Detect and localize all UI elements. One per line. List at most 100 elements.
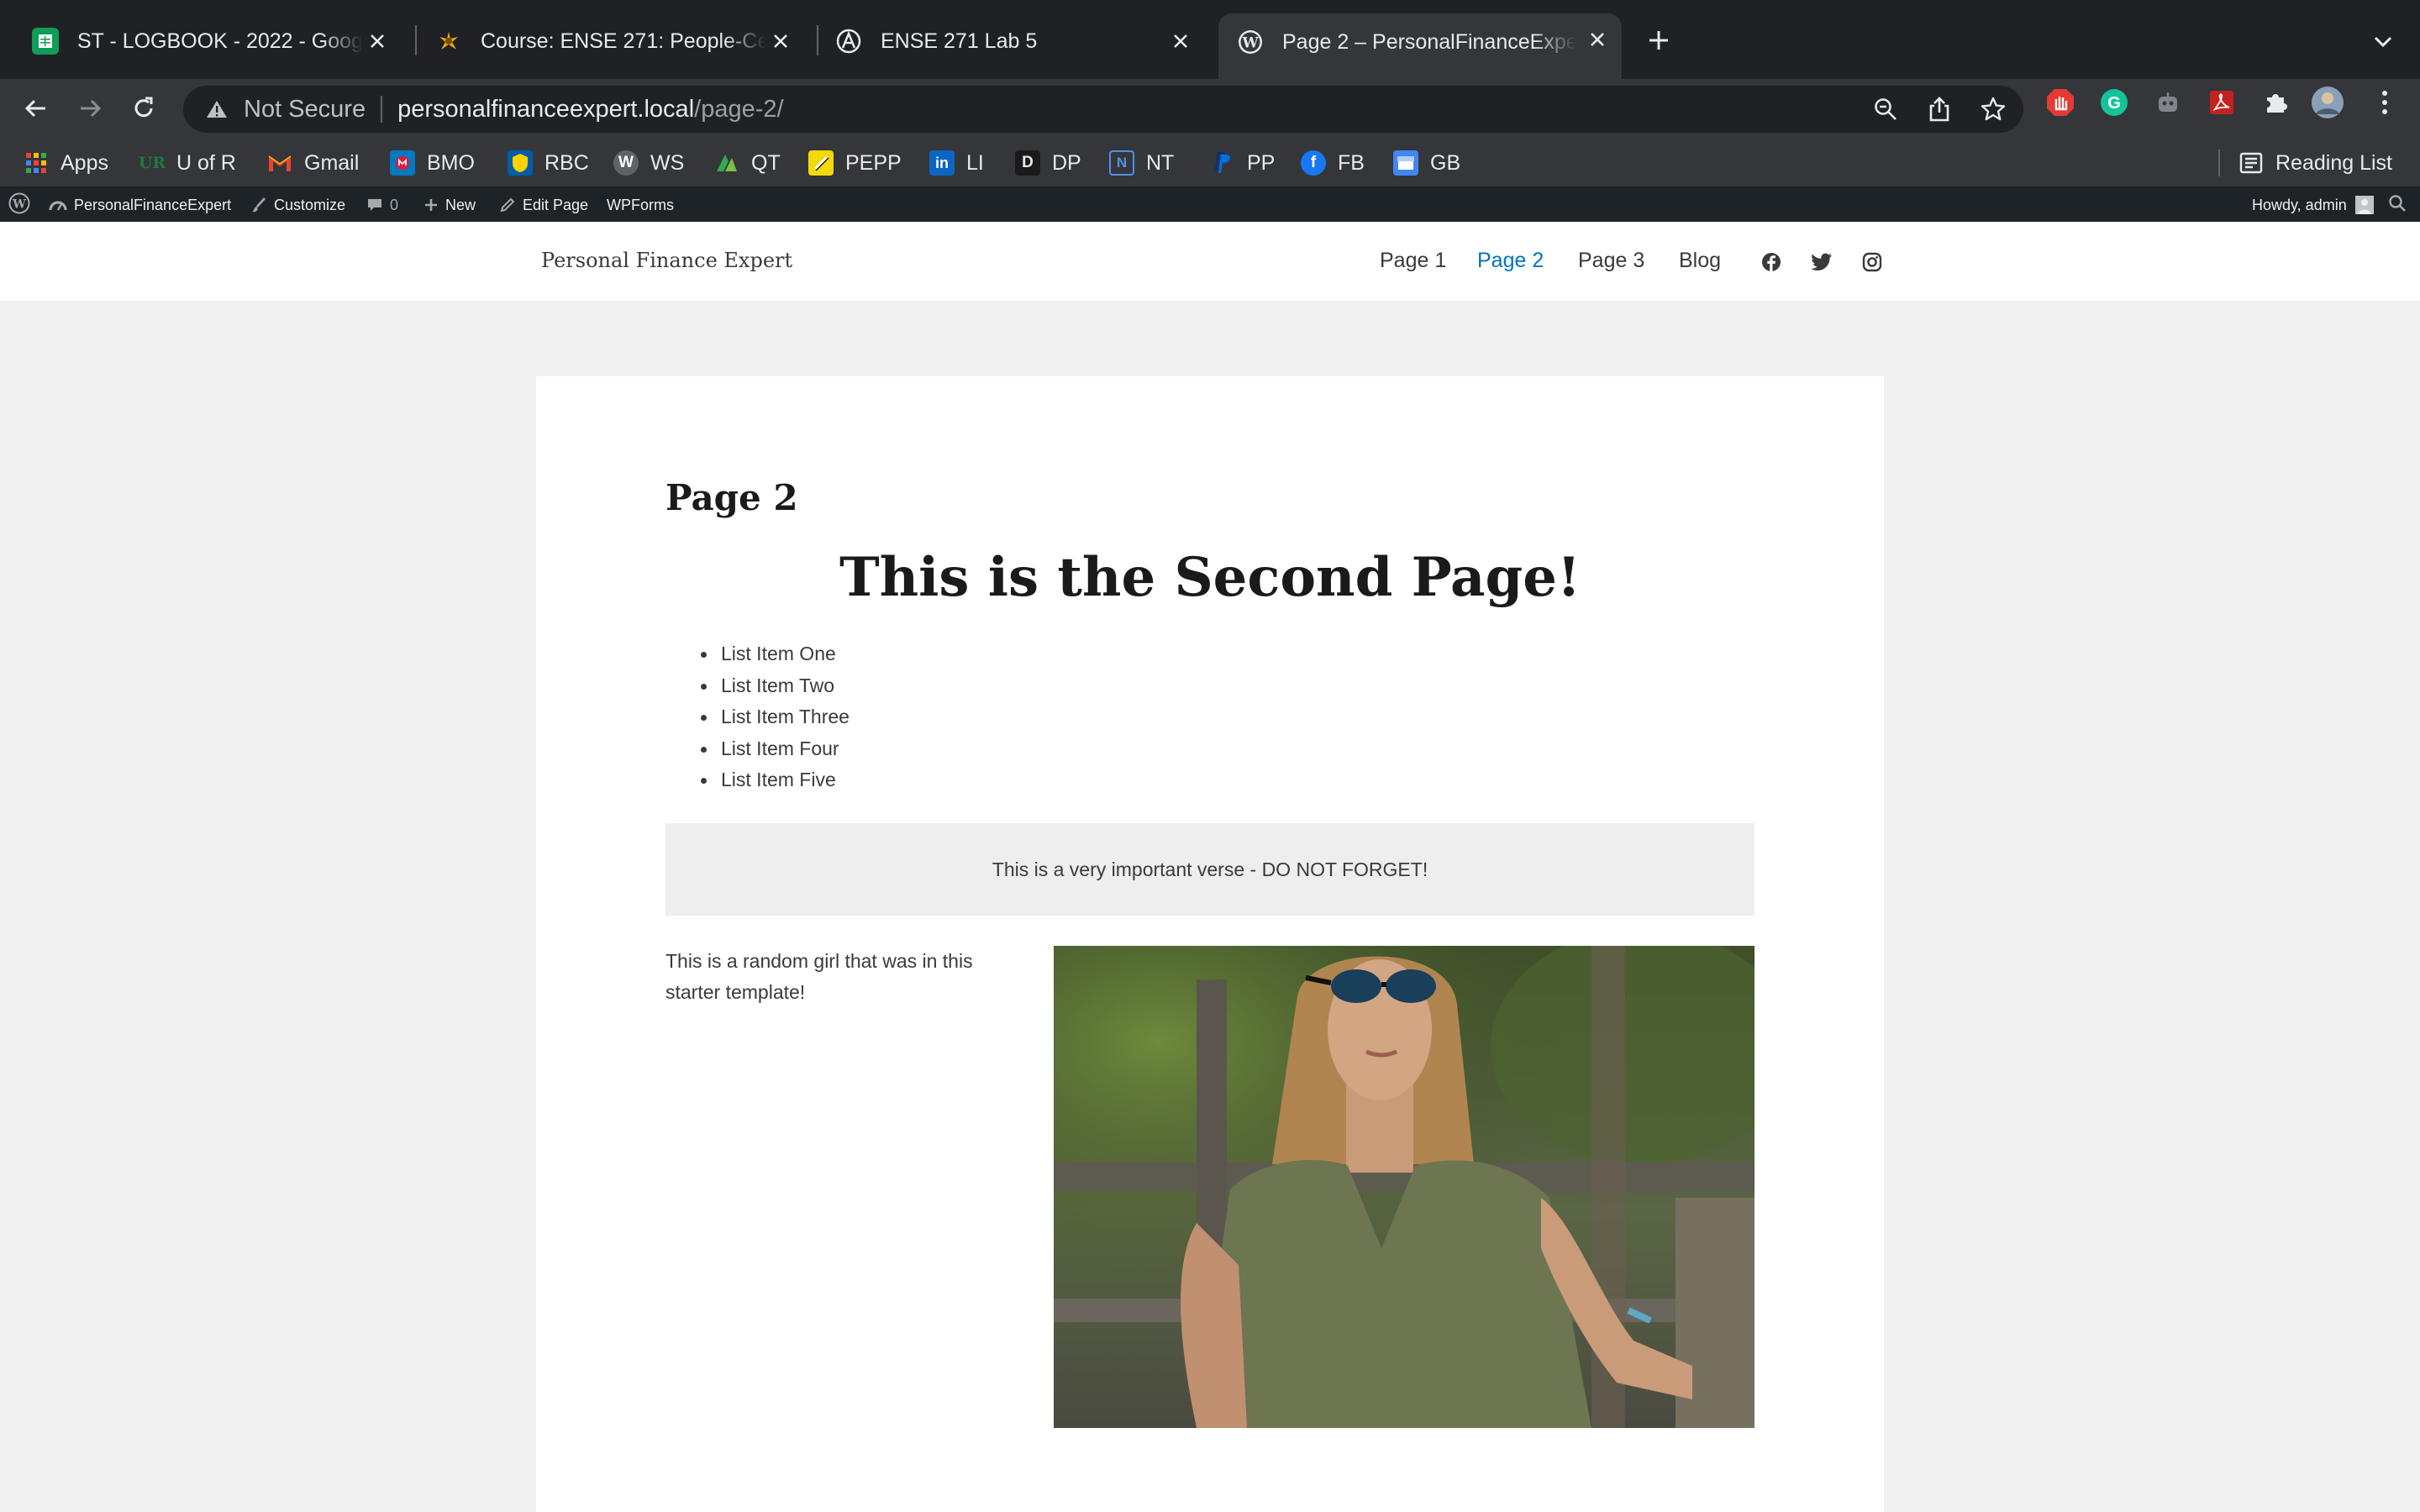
admin-search-button[interactable]	[2388, 188, 2407, 222]
tab-separator	[415, 25, 417, 55]
wpforms-label: WPForms	[607, 196, 674, 213]
profile-avatar[interactable]	[2311, 86, 2344, 119]
tab-title: ST - LOGBOOK - 2022 - Google Sheets	[77, 29, 363, 53]
site-name-menu[interactable]: PersonalFinanceExpert	[49, 188, 231, 222]
nav-blog[interactable]: Blog	[1679, 249, 1721, 273]
list-item: List Item Three	[701, 701, 850, 733]
wp-admin-bar: W PersonalFinanceExpert Customize 0 New …	[0, 188, 2420, 222]
svg-text:G: G	[2107, 94, 2121, 113]
questrade-icon	[714, 150, 739, 176]
wordpress-icon: W	[8, 192, 30, 218]
bookmark-gmail[interactable]: Gmail	[267, 148, 359, 178]
bookmark-pepp[interactable]: PEPP	[808, 148, 902, 178]
bookmark-uofr[interactable]: UR U of R	[139, 148, 236, 178]
tab-title: Course: ENSE 271: People-Centred Design	[481, 29, 766, 53]
brush-icon	[250, 197, 267, 213]
google-business-icon	[1393, 150, 1418, 176]
paypal-icon	[1210, 150, 1235, 176]
my-account-menu[interactable]: Howdy, admin	[2252, 188, 2374, 222]
list-item: List Item One	[701, 638, 850, 670]
pdf-extension-icon[interactable]	[2205, 86, 2238, 119]
bookmark-li[interactable]: in LI	[929, 148, 984, 178]
bookmark-label: Apps	[60, 150, 108, 175]
apps-grid-icon	[24, 150, 49, 176]
tab-title: ENSE 271 Lab 5	[881, 29, 1038, 53]
tab-lab5[interactable]: ENSE 271 Lab 5	[835, 13, 1205, 69]
nt-icon: N	[1109, 150, 1134, 176]
address-bar[interactable]: Not Secure personalfinanceexpert.local /…	[183, 86, 2023, 133]
page-headline: This is the Second Page!	[839, 546, 1581, 609]
reading-list-button[interactable]: Reading List	[2238, 148, 2392, 178]
close-icon[interactable]	[1165, 25, 1197, 57]
comment-icon	[366, 197, 383, 213]
reload-button[interactable]	[123, 87, 165, 129]
grammarly-extension-icon[interactable]: G	[2097, 86, 2131, 119]
bookmark-label: LI	[966, 150, 984, 175]
bookmark-label: GB	[1430, 150, 1461, 175]
adblock-extension-icon[interactable]	[2044, 86, 2077, 119]
divider	[2218, 150, 2220, 176]
facebook-icon[interactable]	[1760, 250, 1783, 274]
bookmark-apps[interactable]: Apps	[24, 148, 108, 178]
bookmark-ws[interactable]: W WS	[613, 148, 684, 178]
facebook-icon: f	[1301, 150, 1326, 176]
customize-link[interactable]: Customize	[250, 188, 345, 222]
bookmark-label: Gmail	[304, 150, 360, 175]
tab-search-chevron-icon[interactable]	[2366, 27, 2400, 57]
page-title: Page 2	[666, 477, 798, 518]
security-label[interactable]: Not Secure	[244, 96, 366, 123]
nav-page-2[interactable]: Page 2	[1477, 249, 1544, 273]
bookmark-nt[interactable]: N NT	[1109, 148, 1174, 178]
close-icon[interactable]	[765, 25, 797, 57]
bookmark-star-icon[interactable]	[1976, 94, 2010, 124]
wealthsimple-icon: W	[613, 150, 639, 176]
zoom-icon[interactable]	[1869, 94, 1902, 124]
list-item: List Item Two	[701, 670, 850, 702]
tab-sheets[interactable]: ST - LOGBOOK - 2022 - Google Sheets	[32, 13, 402, 69]
extensions-puzzle-icon[interactable]	[2259, 86, 2292, 119]
pepp-icon	[808, 150, 834, 176]
warning-icon[interactable]	[200, 99, 234, 119]
back-button[interactable]	[15, 87, 57, 129]
customize-label: Customize	[274, 196, 346, 213]
bookmark-dp[interactable]: D DP	[1015, 148, 1081, 178]
plus-icon	[424, 197, 439, 213]
share-icon[interactable]	[1923, 94, 1956, 124]
edit-page-link[interactable]: Edit Page	[499, 188, 588, 222]
site-title[interactable]: Personal Finance Expert	[541, 249, 792, 272]
tab-course[interactable]: Course: ENSE 271: People-Centred Design	[435, 13, 805, 69]
url-path: /page-2/	[694, 95, 784, 123]
bookmark-label: RBC	[544, 150, 589, 175]
nav-page-3[interactable]: Page 3	[1578, 249, 1644, 273]
dashboard-icon	[49, 197, 67, 213]
tab-page2-active[interactable]: W Page 2 – PersonalFinanceExpert	[1218, 13, 1622, 79]
wp-logo-button[interactable]: W	[8, 188, 30, 222]
close-icon[interactable]	[1581, 24, 1613, 55]
tab-title: Page 2 – PersonalFinanceExpert	[1282, 29, 1576, 54]
robot-extension-icon[interactable]	[2151, 86, 2185, 119]
forward-button[interactable]	[69, 87, 111, 129]
bookmark-label: NT	[1146, 150, 1175, 175]
bookmark-qt[interactable]: QT	[714, 148, 781, 178]
bookmark-rbc[interactable]: RBC	[508, 148, 589, 178]
site-name-label: PersonalFinanceExpert	[74, 196, 232, 213]
reading-list-icon	[2238, 150, 2264, 176]
wpforms-menu[interactable]: WPForms	[607, 188, 674, 222]
nav-page-1[interactable]: Page 1	[1380, 249, 1446, 273]
instagram-icon[interactable]	[1860, 250, 1884, 274]
comments-link[interactable]: 0	[366, 188, 398, 222]
divider	[381, 96, 383, 123]
browser-menu-icon[interactable]	[2368, 86, 2402, 119]
close-icon[interactable]	[361, 25, 393, 57]
bookmark-label: PEPP	[845, 150, 902, 175]
dp-icon: D	[1015, 150, 1040, 176]
bookmark-gb[interactable]: GB	[1393, 148, 1460, 178]
new-content-menu[interactable]: New	[424, 188, 476, 222]
new-tab-button[interactable]	[1642, 24, 1676, 57]
bookmark-fb[interactable]: f FB	[1301, 148, 1365, 178]
bullet-list: List Item One List Item Two List Item Th…	[701, 638, 850, 796]
page-content: Page 2 This is the Second Page! List Ite…	[536, 376, 1884, 1512]
bookmark-bmo[interactable]: BMO	[390, 148, 475, 178]
twitter-icon[interactable]	[1810, 250, 1833, 274]
bookmark-pp[interactable]: PP	[1210, 148, 1275, 178]
